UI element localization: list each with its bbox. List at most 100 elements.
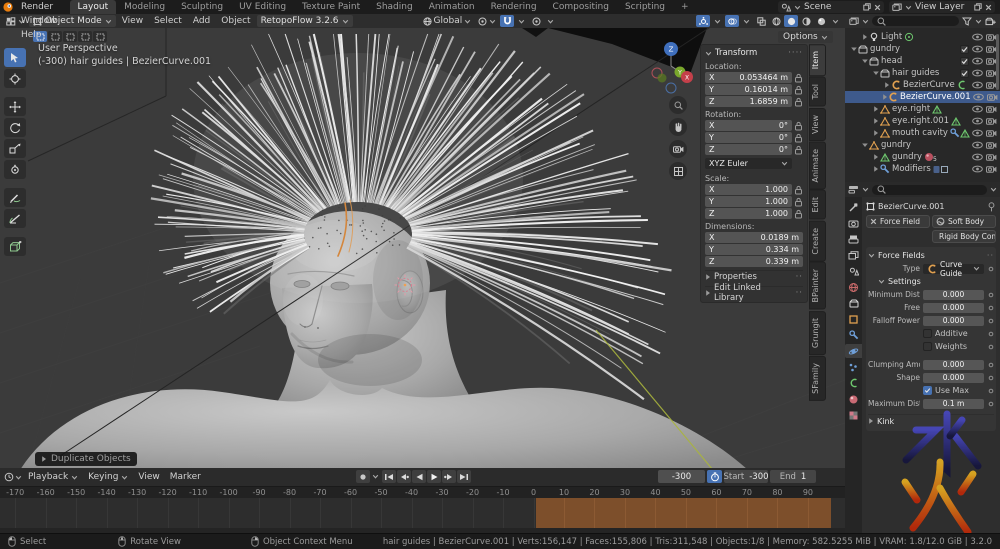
workspace-tab-texture-paint[interactable]: Texture Paint bbox=[294, 0, 368, 14]
value-slider-y[interactable]: Y1.000 bbox=[705, 196, 792, 207]
timeline-menu-playback[interactable]: Playback bbox=[23, 472, 83, 482]
field-falloff-power[interactable]: 0.000 bbox=[923, 316, 984, 326]
overlays-dropdown[interactable] bbox=[740, 15, 753, 27]
pan-button[interactable] bbox=[669, 118, 687, 136]
shading-solid-button[interactable] bbox=[784, 15, 798, 27]
breadcrumb-object-name[interactable]: BezierCurve.001 bbox=[878, 202, 944, 211]
scene-selector[interactable]: Scene bbox=[778, 1, 884, 13]
hide-eye-icon[interactable] bbox=[972, 117, 983, 125]
outliner-row-beziercurve-001[interactable]: BezierCurve.001 bbox=[845, 91, 1000, 103]
frame-start-field[interactable]: Start -300 bbox=[724, 470, 768, 483]
hide-eye-icon[interactable] bbox=[972, 129, 983, 137]
lock-icon[interactable] bbox=[794, 197, 803, 207]
npanel-tab-edit[interactable]: Edit bbox=[809, 190, 826, 220]
soft-body-button[interactable]: Soft Body bbox=[932, 215, 996, 228]
field-minimum-dist-[interactable]: 0.000 bbox=[923, 290, 984, 300]
outliner-row-hair-guides[interactable]: hair guides bbox=[845, 67, 1000, 79]
outliner-display-mode-icon[interactable] bbox=[849, 17, 859, 26]
settings-subpanel-header[interactable]: Settings bbox=[868, 275, 994, 288]
properties-tab-material[interactable] bbox=[845, 392, 862, 406]
rigid-body-constraint-button[interactable]: Rigid Body Constr... bbox=[932, 230, 996, 243]
collapsed-panel-edit-linked-library[interactable]: Edit Linked Library·· bbox=[705, 286, 803, 299]
workspace-tab-rendering[interactable]: Rendering bbox=[483, 0, 545, 14]
force-field-button[interactable]: Force Field bbox=[866, 215, 930, 228]
collection-checkbox[interactable] bbox=[960, 57, 969, 66]
npanel-tab-bpainter[interactable]: BPainter bbox=[809, 262, 826, 310]
timeline-menu-marker[interactable]: Marker bbox=[165, 472, 206, 482]
value-slider-x[interactable]: X0.053464 m bbox=[705, 72, 792, 83]
hide-eye-icon[interactable] bbox=[972, 153, 983, 161]
properties-tab-texture[interactable] bbox=[845, 408, 862, 422]
expand-arrow-icon[interactable] bbox=[849, 46, 858, 52]
workspace-tab-sculpting[interactable]: Sculpting bbox=[173, 0, 231, 14]
properties-tab-output[interactable] bbox=[845, 232, 862, 246]
filter-icon[interactable] bbox=[962, 17, 972, 26]
transform-panel-header[interactable]: Transform ···· bbox=[705, 47, 803, 59]
force-fields-panel-header[interactable]: Force Fields ·· bbox=[868, 249, 994, 262]
overlays-toggle[interactable] bbox=[725, 15, 739, 27]
collapsed-panel-properties[interactable]: Properties·· bbox=[705, 270, 803, 283]
disable-render-camera-icon[interactable] bbox=[986, 129, 997, 137]
menu-render[interactable]: Render bbox=[14, 0, 64, 14]
animate-dot-icon[interactable] bbox=[988, 266, 994, 272]
timeline-menu-view[interactable]: View bbox=[133, 472, 164, 482]
copy-icon[interactable] bbox=[863, 3, 871, 11]
viewport-menu-add[interactable]: Add bbox=[188, 16, 215, 26]
retopoflow-menu[interactable]: RetopoFlow 3.2.6 bbox=[257, 15, 353, 27]
timeline-menu-keying[interactable]: Keying bbox=[83, 472, 133, 482]
jump-start-button[interactable] bbox=[382, 470, 396, 483]
expand-arrow-icon[interactable] bbox=[860, 33, 869, 41]
lock-icon[interactable] bbox=[794, 85, 803, 95]
value-slider-x[interactable]: X0.0189 m bbox=[705, 232, 803, 243]
expand-arrow-icon[interactable] bbox=[871, 117, 880, 125]
frame-end-field[interactable]: End 1 bbox=[770, 470, 816, 483]
shading-dropdown[interactable] bbox=[829, 15, 842, 27]
view-layer-selector[interactable]: View Layer bbox=[889, 1, 995, 13]
expand-arrow-icon[interactable] bbox=[871, 129, 880, 137]
outliner-row-eye-right-001[interactable]: eye.right.001 bbox=[845, 115, 1000, 127]
type-dropdown[interactable]: Curve Guide bbox=[923, 264, 984, 274]
properties-tab-particles[interactable] bbox=[845, 360, 862, 374]
camera-view-button[interactable] bbox=[669, 140, 687, 158]
disable-render-camera-icon[interactable] bbox=[987, 93, 998, 101]
npanel-tab-view[interactable]: View bbox=[809, 108, 826, 141]
workspace-tab-compositing[interactable]: Compositing bbox=[545, 0, 617, 14]
lock-icon[interactable] bbox=[794, 145, 803, 155]
workspace-tab-uv-editing[interactable]: UV Editing bbox=[231, 0, 294, 14]
tool-move[interactable] bbox=[4, 97, 26, 116]
properties-editor-icon[interactable] bbox=[848, 185, 859, 194]
disable-render-camera-icon[interactable] bbox=[986, 153, 997, 161]
timeline-track-area[interactable] bbox=[0, 498, 845, 533]
value-slider-z[interactable]: Z0° bbox=[705, 144, 792, 155]
operator-panel[interactable]: Duplicate Objects bbox=[35, 452, 137, 466]
outliner-row-modifiers[interactable]: Modifiers bbox=[845, 163, 1000, 175]
npanel-tab-sfamily[interactable]: SFamily bbox=[809, 356, 826, 401]
new-collection-icon[interactable] bbox=[985, 17, 996, 26]
properties-tab-physics[interactable] bbox=[845, 344, 862, 358]
properties-tab-collection[interactable] bbox=[845, 296, 862, 310]
menu-window[interactable]: Window bbox=[14, 14, 64, 28]
close-icon[interactable] bbox=[874, 4, 881, 11]
properties-tab-scene[interactable] bbox=[845, 264, 862, 278]
value-slider-x[interactable]: X0° bbox=[705, 120, 792, 131]
field-free[interactable]: 0.000 bbox=[923, 303, 984, 313]
tool-select-box[interactable] bbox=[4, 48, 26, 67]
lock-icon[interactable] bbox=[794, 73, 803, 83]
outliner-row-gundry[interactable]: gundry5 bbox=[845, 151, 1000, 163]
lock-icon[interactable] bbox=[794, 209, 803, 219]
tool-measure[interactable] bbox=[4, 209, 26, 228]
expand-arrow-icon[interactable] bbox=[860, 58, 869, 64]
lock-icon[interactable] bbox=[794, 185, 803, 195]
workspace-tab-layout[interactable]: Layout bbox=[70, 0, 117, 14]
add-workspace-button[interactable]: + bbox=[673, 0, 697, 14]
workspace-tab-modeling[interactable]: Modeling bbox=[116, 0, 173, 14]
auto-keyframe-button[interactable] bbox=[707, 470, 722, 483]
select-mode-intersect[interactable] bbox=[93, 31, 107, 42]
menu-help[interactable]: Help bbox=[14, 28, 64, 42]
value-slider-z[interactable]: Z0.339 m bbox=[705, 256, 803, 267]
hide-eye-icon[interactable] bbox=[972, 165, 983, 173]
disable-render-camera-icon[interactable] bbox=[986, 141, 997, 149]
current-frame-field[interactable]: -300 bbox=[658, 470, 705, 483]
lock-icon[interactable] bbox=[794, 97, 803, 107]
hide-eye-icon[interactable] bbox=[972, 141, 983, 149]
